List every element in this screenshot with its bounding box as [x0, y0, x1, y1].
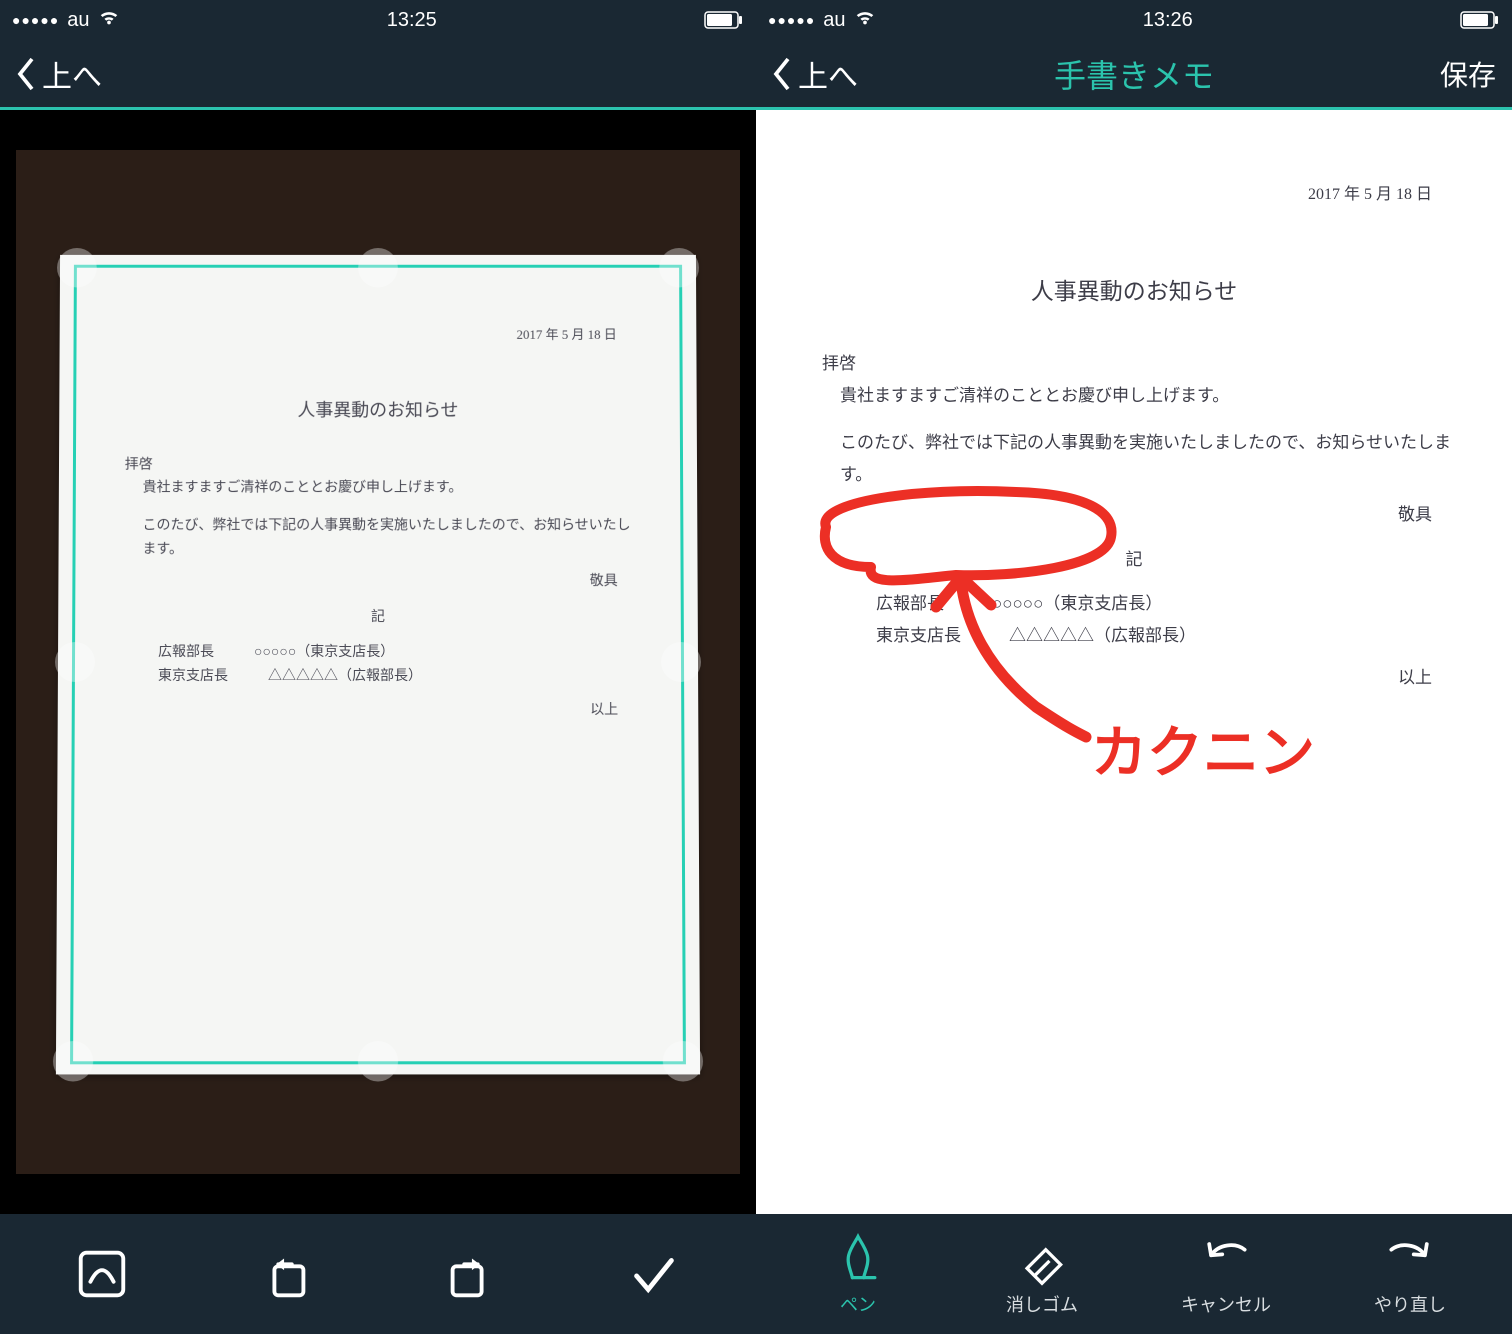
doc-body: このたび、弊社では下記の人事異動を実施いたしましたので、お知らせいたします。 — [840, 427, 1452, 492]
status-time: 13:25 — [387, 9, 437, 32]
doc-footer: 以上 — [816, 662, 1432, 694]
crop-handle-bottom[interactable] — [358, 1041, 398, 1081]
right-screenshot: ●●●●● au 13:26 上へ 手書きメモ 保存 2017 年 5 月 18… — [756, 0, 1512, 1334]
scan-viewport[interactable]: 2017 年 5 月 18 日 人事異動のお知らせ 拝啓 貴社ますますご清祥のこ… — [0, 110, 756, 1214]
table-row: 広報部長○○○○○（東京支店長） — [876, 588, 1452, 620]
doc-date: 2017 年 5 月 18 日 — [119, 324, 616, 346]
crop-handle-top-right[interactable] — [659, 248, 699, 287]
signal-strength-icon: ●●●●● — [768, 12, 815, 28]
captured-document: 2017 年 5 月 18 日 人事異動のお知らせ 拝啓 貴社ますますご清祥のこ… — [56, 255, 700, 1075]
doc-subheader: 記 — [816, 544, 1452, 576]
crop-handle-bottom-right[interactable] — [663, 1041, 703, 1081]
carrier-label: au — [823, 9, 845, 32]
cancel-button[interactable]: キャンセル — [1176, 1231, 1276, 1317]
status-bar: ●●●●● au 13:26 — [756, 0, 1512, 40]
bottom-toolbar — [0, 1214, 756, 1334]
back-button[interactable]: 上へ — [772, 52, 858, 96]
doc-greeting-body: 貴社ますますご清祥のこととお慶び申し上げます。 — [143, 477, 638, 501]
nav-bar: 上へ 手書きメモ 保存 — [756, 40, 1512, 110]
tool-label: やり直し — [1374, 1291, 1446, 1317]
back-button[interactable]: 上へ — [16, 52, 102, 96]
document-content: 2017 年 5 月 18 日 人事異動のお知らせ 拝啓 貴社ますますご清祥のこ… — [56, 255, 700, 1075]
editor-viewport[interactable]: 2017 年 5 月 18 日 人事異動のお知らせ 拝啓 貴社ますますご清祥のこ… — [756, 110, 1512, 1214]
doc-closing: 敬具 — [118, 570, 617, 594]
tool-label: 消しゴム — [1006, 1291, 1078, 1317]
redo-button[interactable]: やり直し — [1360, 1231, 1460, 1317]
nav-bar: 上へ — [0, 40, 756, 110]
eraser-tool-button[interactable]: 消しゴム — [992, 1231, 1092, 1317]
save-button[interactable]: 保存 — [1440, 54, 1496, 94]
tool-label: キャンセル — [1181, 1291, 1271, 1317]
tool-label: ペン — [840, 1291, 876, 1317]
battery-icon — [704, 11, 744, 29]
doc-subheader: 記 — [118, 606, 638, 630]
bottom-toolbar: ペン 消しゴム キャンセル やり直し — [756, 1214, 1512, 1334]
doc-body: このたび、弊社では下記の人事異動を実施いたしましたので、お知らせいたします。 — [142, 515, 637, 562]
status-bar: ●●●●● au 13:25 — [0, 0, 756, 40]
doc-date: 2017 年 5 月 18 日 — [816, 180, 1432, 210]
status-time: 13:26 — [1143, 9, 1193, 32]
signal-strength-icon: ●●●●● — [12, 12, 59, 28]
back-label: 上へ — [798, 52, 858, 96]
doc-title: 人事異動のお知らせ — [816, 270, 1452, 314]
doc-table: 広報部長○○○○○（東京支店長） 東京支店長△△△△△（広報部長） — [876, 588, 1452, 653]
pen-tool-button[interactable]: ペン — [808, 1231, 908, 1317]
crop-handle-top-left[interactable] — [57, 248, 97, 287]
doc-greeting: 拝啓 — [125, 454, 637, 478]
back-label: 上へ — [42, 52, 102, 96]
battery-icon — [1460, 11, 1500, 29]
confirm-button[interactable] — [604, 1245, 704, 1303]
wifi-icon — [854, 6, 876, 34]
carrier-label: au — [67, 9, 89, 32]
rotate-right-button[interactable] — [420, 1245, 520, 1303]
crop-handle-top[interactable] — [358, 248, 398, 287]
document-content: 2017 年 5 月 18 日 人事異動のお知らせ 拝啓 貴社ますますご清祥のこ… — [756, 110, 1512, 1214]
page-title: 手書きメモ — [1054, 51, 1214, 97]
doc-greeting: 拝啓 — [822, 348, 1452, 380]
table-row: 広報部長○○○○○（東京支店長） — [158, 641, 638, 665]
table-row: 東京支店長△△△△△（広報部長） — [158, 665, 638, 689]
wifi-icon — [98, 6, 120, 34]
doc-closing: 敬具 — [816, 499, 1432, 531]
doc-footer: 以上 — [118, 699, 618, 723]
crop-handle-right[interactable] — [661, 642, 701, 682]
table-row: 東京支店長△△△△△（広報部長） — [876, 620, 1452, 652]
auto-crop-button[interactable] — [52, 1245, 152, 1303]
doc-table: 広報部長○○○○○（東京支店長） 東京支店長△△△△△（広報部長） — [158, 641, 638, 689]
left-screenshot: ●●●●● au 13:25 上へ 2017 年 5 月 18 日 人事異動のお… — [0, 0, 756, 1334]
rotate-left-button[interactable] — [236, 1245, 336, 1303]
crop-handle-bottom-left[interactable] — [53, 1041, 93, 1081]
crop-handle-left[interactable] — [55, 642, 95, 682]
doc-title: 人事異動のお知らせ — [119, 395, 637, 425]
doc-greeting-body: 貴社ますますご清祥のこととお慶び申し上げます。 — [840, 380, 1452, 412]
